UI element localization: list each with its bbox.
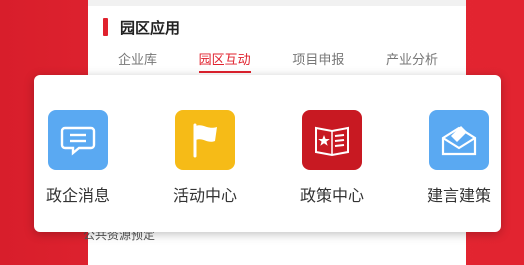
- flag-icon: [175, 110, 235, 170]
- card-top-shade: [88, 0, 466, 6]
- app-label: 活动中心: [172, 186, 237, 205]
- policy-document-icon: [302, 110, 362, 170]
- envelope-icon: [429, 110, 489, 170]
- tab-project-application[interactable]: 项目申报: [292, 49, 344, 73]
- interaction-popup: 政企消息 活动中心 政策中心 建言建策: [34, 75, 501, 232]
- tab-enterprise-library[interactable]: 企业库: [118, 49, 157, 73]
- app-suggestions[interactable]: 建言建策: [409, 110, 509, 206]
- app-activity-center[interactable]: 活动中心: [155, 110, 255, 206]
- section-header: 园区应用: [103, 17, 180, 37]
- section-accent-bar: [103, 18, 108, 36]
- app-label: 政策中心: [299, 186, 364, 205]
- tab-park-interaction[interactable]: 园区互动: [198, 49, 251, 73]
- section-title: 园区应用: [120, 18, 181, 37]
- app-gov-enterprise-message[interactable]: 政企消息: [28, 110, 128, 206]
- chat-bubble-icon: [48, 110, 108, 170]
- tab-bar: 企业库 园区互动 项目申报 产业分析: [118, 49, 438, 73]
- app-label: 建言建策: [426, 186, 491, 205]
- app-policy-center[interactable]: 政策中心: [282, 110, 382, 206]
- app-label: 政企消息: [45, 186, 110, 205]
- tab-industry-analysis[interactable]: 产业分析: [386, 49, 438, 73]
